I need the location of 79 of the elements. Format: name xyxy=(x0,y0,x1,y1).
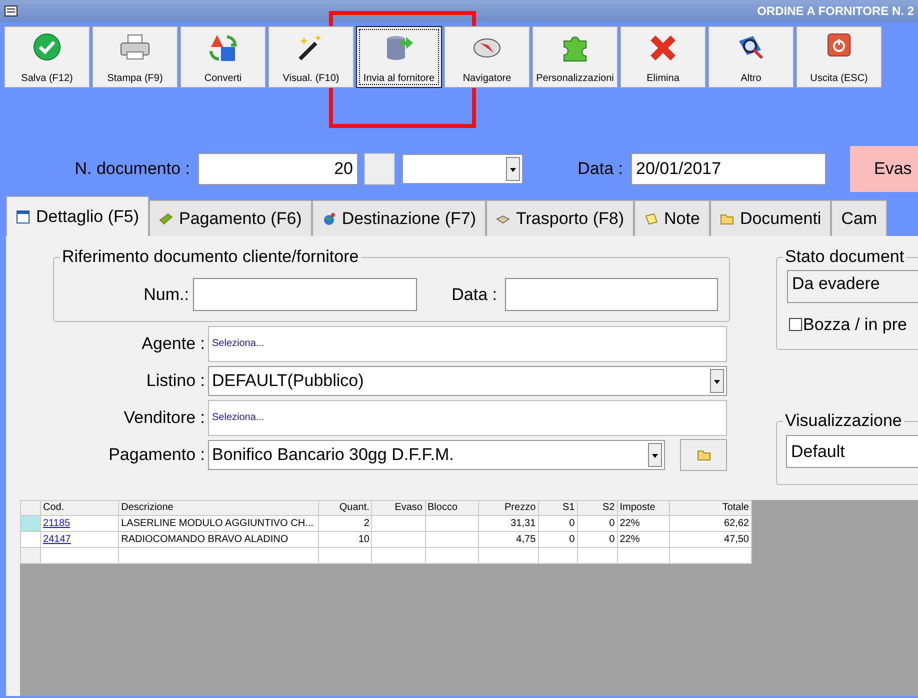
picker-field[interactable]: Seleziona... xyxy=(208,400,727,436)
date-field[interactable]: 20/01/2017 xyxy=(631,153,826,185)
checkmark-icon xyxy=(33,33,61,61)
tab[interactable]: Trasporto (F8) xyxy=(486,200,634,236)
toolbar-button[interactable]: Uscita (ESC) xyxy=(796,26,882,88)
status-badge: Evas xyxy=(850,146,918,192)
field-label: Pagamento : xyxy=(108,444,206,466)
table-cell: 0 xyxy=(577,516,618,532)
banknote-icon xyxy=(158,212,173,226)
toolbar-button[interactable]: Altro xyxy=(708,26,794,88)
status-field: Da evadere xyxy=(787,270,918,303)
table-cell: 31,31 xyxy=(478,516,538,532)
tab[interactable]: Documenti xyxy=(710,200,832,236)
column-header: S2 xyxy=(577,500,618,516)
column-header: Blocco xyxy=(425,500,478,516)
header-cell xyxy=(20,500,41,516)
document-number-field[interactable]: 20 xyxy=(198,153,358,185)
dropdown[interactable]: DEFAULT(Pubblico) xyxy=(208,366,727,396)
table-cell: RADIOCOMANDO BRAVO ALADINO xyxy=(118,532,319,548)
toolbar-button[interactable]: Personalizzazioni xyxy=(532,26,618,88)
column-header: Evaso xyxy=(372,500,425,516)
tab[interactable]: Note xyxy=(634,200,710,236)
field-label: N. documento : xyxy=(74,158,191,180)
field-label: Listino : xyxy=(145,370,206,392)
table-cell: 2 xyxy=(318,516,372,532)
num-field[interactable] xyxy=(193,278,417,311)
folder-button[interactable] xyxy=(680,439,727,471)
toolbar-button[interactable]: Converti xyxy=(180,26,266,88)
toolbar-button[interactable]: Navigatore xyxy=(444,26,530,88)
view-field[interactable]: Default xyxy=(786,435,918,468)
table-cell: 0 xyxy=(538,532,578,548)
column-header: Prezzo xyxy=(478,500,538,516)
column-header: Quant. xyxy=(318,500,372,516)
window-title: ORDINE A FORNITORE N. 2 xyxy=(757,3,914,20)
field-label: Agente : xyxy=(140,333,206,356)
table-icon xyxy=(16,210,30,224)
field-label: Num.: xyxy=(142,284,190,306)
dropdown[interactable]: Bonifico Bancario 30gg D.F.F.M. xyxy=(208,440,665,470)
table-cell: 10 xyxy=(318,532,372,548)
tab[interactable]: Cam xyxy=(831,200,888,236)
toolbar-button[interactable]: Invia al fornitore xyxy=(356,26,442,88)
field-label: Data : xyxy=(450,284,498,306)
cross-icon xyxy=(648,33,678,63)
table-cell: 0 xyxy=(577,532,618,548)
column-header: Totale xyxy=(669,500,752,516)
folder-icon xyxy=(720,212,734,226)
picker-field[interactable]: Seleziona... xyxy=(208,326,727,362)
checkbox-label: Bozza / in pre xyxy=(803,314,907,336)
folder-icon xyxy=(696,448,710,462)
field-label: Data : xyxy=(576,158,624,180)
column-header: Cod. xyxy=(40,500,119,516)
note-icon xyxy=(644,212,658,226)
column-header: Imposte xyxy=(617,500,670,516)
toolbar-button[interactable]: Stampa (F9) xyxy=(92,26,178,88)
globe-icon xyxy=(322,212,336,226)
toolbar-button[interactable]: Salva (F12) xyxy=(4,26,90,88)
toolbar-button[interactable]: Visual. (F10) xyxy=(268,26,354,88)
tab[interactable]: Pagamento (F6) xyxy=(148,200,312,236)
column-header: Descrizione xyxy=(118,500,319,516)
tab[interactable]: Dettaglio (F5) xyxy=(6,196,149,236)
table-cell: 0 xyxy=(538,516,578,532)
printer-icon xyxy=(119,33,151,61)
table-cell: 22% xyxy=(617,516,670,532)
checkbox[interactable] xyxy=(789,318,802,332)
dropdown[interactable] xyxy=(402,154,523,184)
power-icon xyxy=(827,33,851,57)
table-cell: 4,75 xyxy=(478,532,538,548)
table-cell: 62,62 xyxy=(669,516,752,532)
toolbar-button[interactable]: Elimina xyxy=(620,26,706,88)
shapes-arrows-icon xyxy=(207,33,239,63)
field-label: Venditore : xyxy=(122,407,206,430)
table-cell: LASERLINE MODULO AGGIUNTIVO CH... xyxy=(118,516,319,532)
database-arrow-icon xyxy=(384,33,414,63)
date-field[interactable] xyxy=(505,278,718,311)
table-cell: 22% xyxy=(617,532,670,548)
app-icon xyxy=(4,4,18,18)
tab[interactable]: Destinazione (F7) xyxy=(312,200,486,236)
table-cell: 47,50 xyxy=(669,532,752,548)
column-header: S1 xyxy=(538,500,578,516)
